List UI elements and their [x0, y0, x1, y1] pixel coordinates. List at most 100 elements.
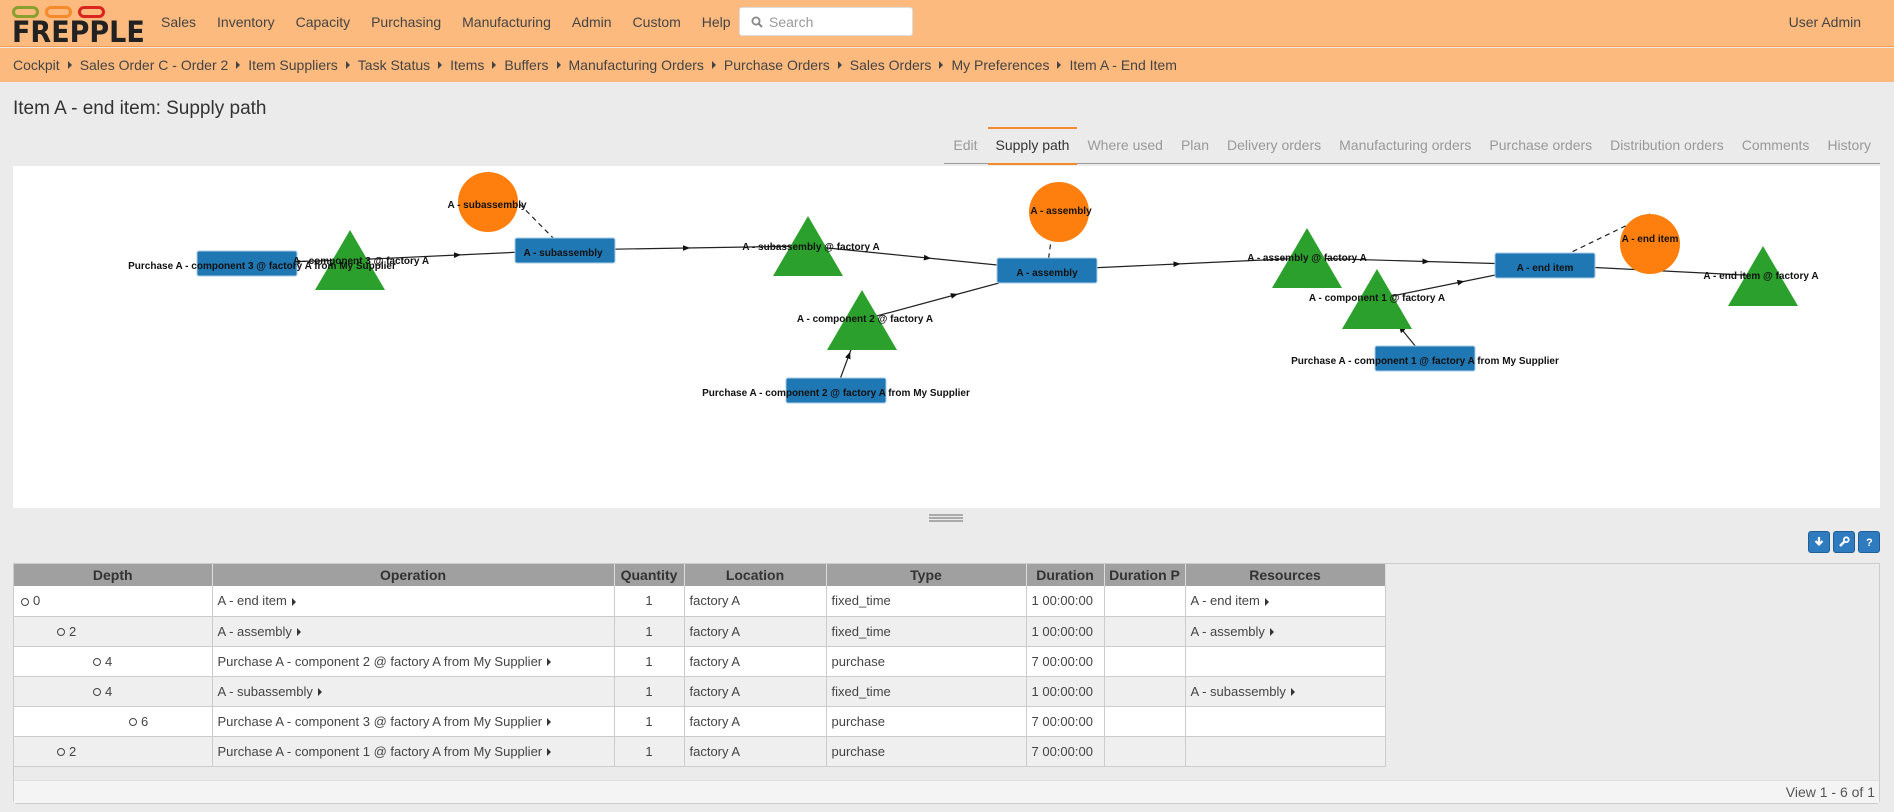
location-cell: factory A [684, 676, 827, 707]
nav-item-custom[interactable]: Custom [633, 14, 681, 30]
column-header-operation[interactable]: Operation [212, 564, 615, 586]
tab-history[interactable]: History [1819, 127, 1879, 163]
breadcrumb-item[interactable]: Cockpit [13, 57, 60, 73]
operation-name[interactable]: A - subassembly [218, 684, 313, 699]
table-row[interactable]: 4 A - subassembly 1 factory Afixed_time 1 00… [14, 676, 1386, 707]
type-cell: purchase [826, 646, 1027, 677]
supply-path-graph-canvas[interactable]: Purchase A - component 3 @ factory A fro… [13, 166, 1880, 508]
buffer-node-label: A - assembly @ factory A [1247, 253, 1367, 264]
panel-splitter-handle[interactable] [929, 514, 963, 522]
column-header-resources[interactable]: Resources [1185, 564, 1386, 586]
breadcrumb-item[interactable]: Item Suppliers [248, 57, 337, 73]
help-button[interactable]: ? [1858, 531, 1880, 553]
tab-comments[interactable]: Comments [1734, 127, 1818, 163]
table-row[interactable]: 2 A - assembly 1 factory Afixed_time 1 00:00… [14, 616, 1386, 647]
tab-where-used[interactable]: Where used [1079, 127, 1170, 163]
tree-node-icon[interactable] [57, 628, 65, 637]
open-detail-icon[interactable] [547, 658, 552, 667]
tree-node-icon[interactable] [57, 748, 65, 757]
breadcrumb-separator-icon [67, 61, 72, 69]
tree-node-icon[interactable] [93, 658, 101, 667]
depth-cell: 2 [14, 736, 213, 767]
table-row[interactable]: 0 A - end item 1 factory Afixed_time 1 00:00… [14, 586, 1386, 617]
resource-name[interactable]: A - assembly [1191, 624, 1265, 639]
breadcrumb-item[interactable]: Task Status [358, 57, 430, 73]
open-detail-icon[interactable] [547, 718, 552, 727]
question-icon: ? [1866, 537, 1873, 548]
nav-item-purchasing[interactable]: Purchasing [371, 14, 441, 30]
depth-cell: 4 [14, 676, 213, 707]
tab-distribution-orders[interactable]: Distribution orders [1602, 127, 1732, 163]
nav-item-inventory[interactable]: Inventory [217, 14, 275, 30]
frepple-logo[interactable]: FREPPLE [12, 3, 145, 49]
table-row[interactable]: 6 Purchase A - component 3 @ factory A fr… [14, 706, 1386, 737]
column-header-type[interactable]: Type [826, 564, 1027, 586]
nav-item-sales[interactable]: Sales [161, 14, 196, 30]
quantity-cell: 1 [614, 586, 685, 617]
column-header-depth[interactable]: Depth [14, 564, 213, 586]
open-detail-icon[interactable] [317, 688, 322, 697]
resource-name[interactable]: A - subassembly [1191, 684, 1286, 699]
resource-name[interactable]: A - end item [1191, 593, 1260, 608]
search-input[interactable] [767, 12, 897, 31]
column-header-duration[interactable]: Duration [1026, 564, 1105, 586]
page-title: Item A - end item: Supply path [13, 98, 267, 119]
tree-node-icon[interactable] [21, 597, 29, 606]
tab-delivery-orders[interactable]: Delivery orders [1219, 127, 1329, 163]
tab-supply-path[interactable]: Supply path [987, 127, 1078, 165]
breadcrumb-item[interactable]: Manufacturing Orders [569, 57, 704, 73]
nav-item-capacity[interactable]: Capacity [296, 14, 350, 30]
operation-name[interactable]: Purchase A - component 1 @ factory A fro… [218, 744, 543, 759]
column-header-location[interactable]: Location [684, 564, 827, 586]
pager-info: View 1 - 6 of 1 [1785, 784, 1875, 800]
open-detail-icon[interactable] [1269, 628, 1274, 637]
operation-node-label: Purchase A - component 1 @ factory A fro… [1291, 356, 1559, 367]
operation-node-label: Purchase A - component 2 @ factory A fro… [702, 388, 970, 399]
open-detail-icon[interactable] [296, 628, 301, 637]
breadcrumb-item[interactable]: Items [450, 57, 484, 73]
tab-edit[interactable]: Edit [945, 127, 985, 163]
grid-pager: View 1 - 6 of 1 [14, 780, 1879, 803]
resources-cell: A - end item [1185, 586, 1386, 617]
open-detail-icon[interactable] [1290, 688, 1295, 697]
export-button[interactable] [1808, 531, 1830, 553]
table-row[interactable]: 2 Purchase A - component 1 @ factory A fr… [14, 736, 1386, 767]
operation-name[interactable]: Purchase A - component 3 @ factory A fro… [218, 714, 543, 729]
column-header-quantity[interactable]: Quantity [614, 564, 685, 586]
table-row[interactable]: 4 Purchase A - component 2 @ factory A fr… [14, 646, 1386, 677]
buffer-node-label: A - component 1 @ factory A [1309, 293, 1445, 304]
breadcrumb-item[interactable]: My Preferences [951, 57, 1049, 73]
breadcrumb-item[interactable]: Item A - End Item [1069, 57, 1176, 73]
top-navbar: FREPPLE Sales Inventory Capacity Purchasing… [0, 0, 1894, 49]
search-box[interactable] [739, 7, 913, 36]
open-detail-icon[interactable] [291, 597, 296, 606]
supply-path-graph[interactable]: Purchase A - component 3 @ factory A fro… [13, 166, 1880, 508]
operation-name[interactable]: Purchase A - component 2 @ factory A fro… [218, 654, 543, 669]
location-cell: factory A [684, 586, 827, 617]
operation-node-label: A - assembly [1016, 268, 1078, 279]
type-cell: fixed_time [826, 586, 1027, 617]
tab-manufacturing-orders[interactable]: Manufacturing orders [1331, 127, 1479, 163]
column-header-duration-p[interactable]: Duration P [1104, 564, 1186, 586]
configure-button[interactable] [1833, 531, 1855, 553]
tab-purchase-orders[interactable]: Purchase orders [1481, 127, 1600, 163]
breadcrumb-item[interactable]: Sales Orders [850, 57, 932, 73]
resources-cell [1185, 706, 1386, 737]
open-detail-icon[interactable] [1264, 597, 1269, 606]
nav-item-manufacturing[interactable]: Manufacturing [462, 14, 551, 30]
tab-plan[interactable]: Plan [1173, 127, 1217, 163]
tree-node-icon[interactable] [129, 718, 137, 727]
tab-bar: Edit Supply path Where used Plan Delivery or… [944, 127, 1880, 165]
nav-item-admin[interactable]: Admin [572, 14, 612, 30]
operation-name[interactable]: A - end item [218, 593, 287, 608]
breadcrumb-item[interactable]: Sales Order C - Order 2 [80, 57, 229, 73]
operation-name[interactable]: A - assembly [218, 624, 292, 639]
breadcrumb-separator-icon [711, 61, 716, 69]
breadcrumb-item[interactable]: Buffers [504, 57, 548, 73]
open-detail-icon[interactable] [547, 748, 552, 757]
user-menu[interactable]: User Admin [1789, 14, 1861, 30]
tree-node-icon[interactable] [93, 688, 101, 697]
nav-item-help[interactable]: Help [702, 14, 731, 30]
breadcrumb-item[interactable]: Purchase Orders [724, 57, 830, 73]
quantity-cell: 1 [614, 706, 685, 737]
